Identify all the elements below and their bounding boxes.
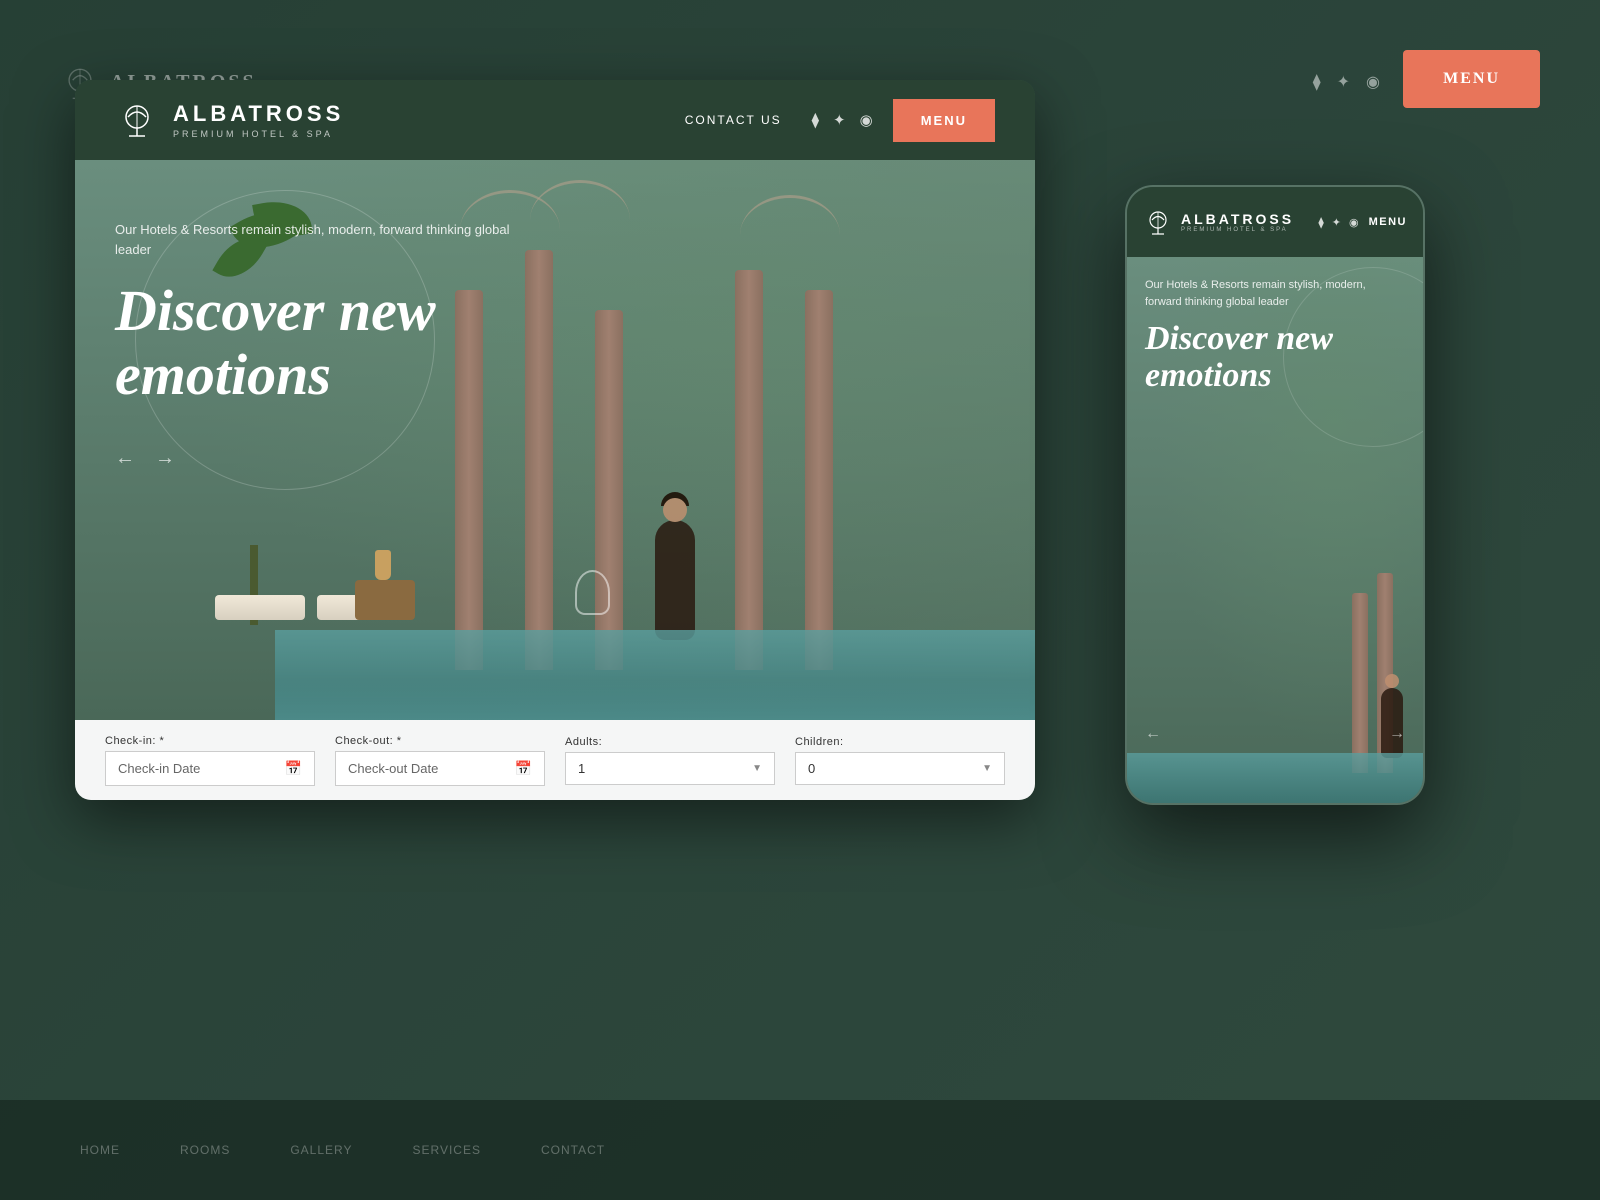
- mobile-next-arrow[interactable]: →: [1389, 725, 1405, 743]
- mobile-hero: Our Hotels & Resorts remain stylish, mod…: [1127, 257, 1423, 803]
- instagram-icon[interactable]: ◉: [860, 111, 873, 130]
- figure-head: [663, 498, 687, 522]
- checkin-label: Check-in: *: [105, 735, 315, 747]
- bg-bottom-item-4: SERVICES: [413, 1143, 481, 1157]
- mobile-logo-name: ALBATROSS: [1181, 211, 1294, 227]
- scene-column-4: [735, 270, 763, 670]
- mobile-foursquare-icon[interactable]: ⧫: [1318, 216, 1323, 229]
- bg-bottom-item-2: ROOMS: [180, 1143, 230, 1157]
- desktop-tagline: Our Hotels & Resorts remain stylish, mod…: [115, 220, 535, 259]
- adults-select[interactable]: 1 ▼: [565, 752, 775, 785]
- checkin-input[interactable]: Check-in Date 📅: [105, 751, 315, 786]
- mobile-headline: Discover new emotions: [1145, 320, 1405, 395]
- mobile-social-icons: ⧫ ✦ ◉: [1318, 216, 1358, 229]
- checkout-input[interactable]: Check-out Date 📅: [335, 751, 545, 786]
- tripadvisor-icon[interactable]: ✦: [833, 111, 846, 130]
- foursquare-icon[interactable]: ⧫: [812, 111, 819, 130]
- desktop-menu-button[interactable]: MENU: [893, 99, 995, 142]
- headline-line-2: emotions: [115, 342, 331, 407]
- next-arrow-button[interactable]: →: [155, 447, 175, 470]
- desktop-logo-sub: PREMIUM HOTEL & SPA: [173, 129, 344, 139]
- checkout-field: Check-out: * Check-out Date 📅: [335, 735, 545, 786]
- mobile-logo: ALBATROSS PREMIUM HOTEL & SPA: [1143, 207, 1294, 237]
- mobile-navigation-arrows: ← →: [1145, 725, 1405, 743]
- bg-instagram-icon: ◉: [1366, 72, 1380, 92]
- mobile-menu-button[interactable]: MENU: [1369, 216, 1407, 228]
- adults-value: 1: [578, 761, 585, 776]
- desktop-hero-text: Our Hotels & Resorts remain stylish, mod…: [75, 160, 575, 720]
- mobile-navbar: ALBATROSS PREMIUM HOTEL & SPA ⧫ ✦ ◉ MENU: [1127, 187, 1423, 257]
- desktop-logo-text: ALBATROSS PREMIUM HOTEL & SPA: [173, 101, 344, 139]
- mobile-logo-icon: [1143, 207, 1173, 237]
- children-select[interactable]: 0 ▼: [795, 752, 1005, 785]
- mobile-nav-right: ⧫ ✦ ◉ MENU: [1318, 216, 1407, 229]
- scene-column-3: [595, 310, 623, 670]
- bg-tripadvisor-icon: ✦: [1337, 72, 1350, 92]
- contact-us-link[interactable]: CONTACT US: [685, 113, 782, 127]
- children-field: Children: 0 ▼: [795, 736, 1005, 785]
- desktop-booking-bar: Check-in: * Check-in Date 📅 Check-out: *…: [75, 720, 1035, 800]
- mobile-figure: [1381, 688, 1403, 758]
- mobile-tagline: Our Hotels & Resorts remain stylish, mod…: [1145, 277, 1405, 310]
- mobile-figure-head: [1385, 674, 1399, 688]
- adults-chevron-icon: ▼: [752, 763, 762, 774]
- checkout-placeholder: Check-out Date: [348, 761, 438, 776]
- desktop-logo-icon: [115, 98, 159, 142]
- checkin-field: Check-in: * Check-in Date 📅: [105, 735, 315, 786]
- bg-bottom-item-3: GALLERY: [290, 1143, 352, 1157]
- children-label: Children:: [795, 736, 1005, 748]
- mobile-instagram-icon[interactable]: ◉: [1349, 216, 1359, 229]
- mobile-pool: [1127, 753, 1423, 803]
- desktop-mockup: ALBATROSS PREMIUM HOTEL & SPA CONTACT US…: [75, 80, 1035, 800]
- bg-bottom-item-1: HOME: [80, 1143, 120, 1157]
- mobile-prev-arrow[interactable]: ←: [1145, 725, 1161, 743]
- mobile-hero-text: Our Hotels & Resorts remain stylish, mod…: [1127, 257, 1423, 415]
- hero-navigation-arrows: ← →: [115, 447, 535, 470]
- scene-chair: [575, 570, 610, 615]
- mobile-logo-sub: PREMIUM HOTEL & SPA: [1181, 227, 1294, 233]
- adults-label: Adults:: [565, 736, 775, 748]
- checkin-calendar-icon: 📅: [285, 760, 302, 777]
- children-chevron-icon: ▼: [982, 763, 992, 774]
- bg-menu-button[interactable]: MENU: [1403, 50, 1540, 108]
- adults-field: Adults: 1 ▼: [565, 736, 775, 785]
- mobile-column-2: [1352, 593, 1368, 773]
- children-value: 0: [808, 761, 815, 776]
- bg-foursquare-icon: ⧫: [1313, 72, 1321, 92]
- desktop-headline: Discover new emotions: [115, 279, 535, 407]
- scene-arch-3: [740, 195, 840, 275]
- desktop-hero: Our Hotels & Resorts remain stylish, mod…: [75, 160, 1035, 720]
- scene-column-5: [805, 290, 833, 670]
- prev-arrow-button[interactable]: ←: [115, 447, 135, 470]
- headline-line-1: Discover new: [115, 278, 436, 343]
- mobile-logo-text: ALBATROSS PREMIUM HOTEL & SPA: [1181, 211, 1294, 233]
- checkout-label: Check-out: *: [335, 735, 545, 747]
- mobile-headline-line-2: emotions: [1145, 357, 1272, 394]
- desktop-logo: ALBATROSS PREMIUM HOTEL & SPA: [115, 98, 344, 142]
- bg-bottom-bar: HOME ROOMS GALLERY SERVICES CONTACT: [0, 1100, 1600, 1200]
- mobile-tripadvisor-icon[interactable]: ✦: [1332, 216, 1341, 229]
- mobile-headline-line-1: Discover new: [1145, 320, 1333, 357]
- desktop-social-icons: ⧫ ✦ ◉: [812, 111, 873, 130]
- mobile-mockup: ALBATROSS PREMIUM HOTEL & SPA ⧫ ✦ ◉ MENU: [1125, 185, 1425, 805]
- bg-social-icons: ⧫ ✦ ◉: [1313, 72, 1380, 92]
- desktop-nav-right: CONTACT US ⧫ ✦ ◉ MENU: [685, 99, 995, 142]
- scene-figure: [655, 520, 695, 640]
- bg-bottom-item-5: CONTACT: [541, 1143, 605, 1157]
- desktop-navbar: ALBATROSS PREMIUM HOTEL & SPA CONTACT US…: [75, 80, 1035, 160]
- checkin-placeholder: Check-in Date: [118, 761, 200, 776]
- desktop-logo-name: ALBATROSS: [173, 101, 344, 127]
- checkout-calendar-icon: 📅: [515, 760, 532, 777]
